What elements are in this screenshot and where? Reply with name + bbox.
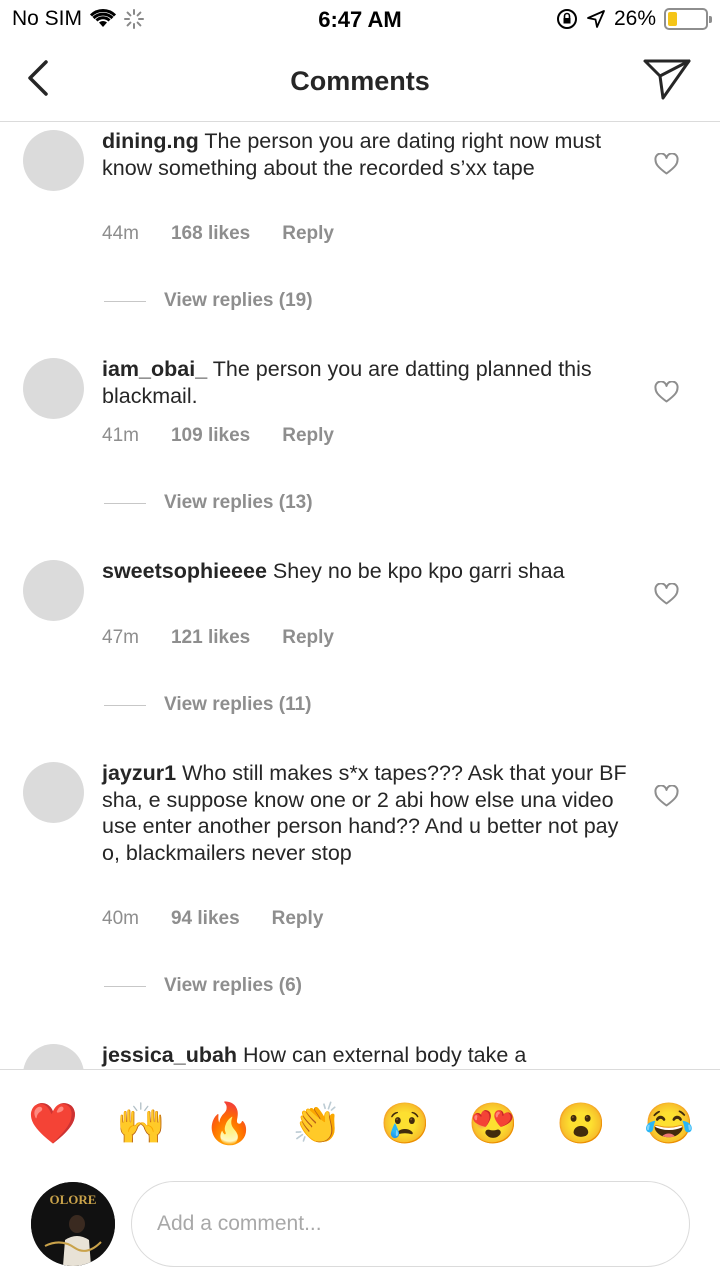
laughing-emoji-button[interactable]: 😂 [644, 1100, 694, 1148]
comment-username[interactable]: sweetsophieeee [102, 559, 267, 583]
profile-avatar[interactable]: OLORE [31, 1182, 115, 1266]
comment-content: Who still makes s*x tapes??? Ask that yo… [102, 761, 627, 865]
paper-plane-icon[interactable] [642, 56, 692, 102]
likes-count[interactable]: 168 likes [171, 223, 250, 245]
comment-time: 41m [102, 425, 139, 446]
battery-tip [709, 16, 712, 23]
nav-bar: Comments [0, 40, 720, 122]
view-replies-label: View replies (11) [164, 694, 312, 715]
battery-icon [664, 8, 712, 30]
crying-emoji-button[interactable]: 😢 [380, 1100, 430, 1148]
likes-count[interactable]: 94 likes [171, 908, 240, 930]
comment-text: sweetsophieeee Shey no be kpo kpo garri … [102, 558, 632, 585]
comment-text: jessica_ubah How can external body take … [102, 1042, 632, 1069]
replies-divider [104, 502, 146, 504]
comments-list[interactable]: dining.ng The person you are dating righ… [0, 122, 720, 1069]
comment-text: jayzur1 Who still makes s*x tapes??? Ask… [102, 760, 632, 866]
heart-emoji-button[interactable]: ❤️ [28, 1100, 78, 1148]
emoji-bar: ❤️ 🙌 🔥 👏 😢 😍 😮 😂 [0, 1069, 720, 1179]
view-replies-label: View replies (13) [164, 492, 313, 513]
likes-count[interactable]: 109 likes [171, 425, 250, 447]
status-bar: No SIM 6:47 AM 26% [0, 0, 720, 40]
comment-username[interactable]: jessica_ubah [102, 1043, 237, 1067]
view-replies-label: View replies (6) [164, 975, 302, 996]
battery-percent: 26% [613, 7, 656, 30]
comment-time: 44m [102, 223, 139, 244]
fire-emoji-button[interactable]: 🔥 [204, 1100, 254, 1148]
reply-button[interactable]: Reply [272, 908, 324, 930]
reply-button[interactable]: Reply [282, 627, 334, 649]
avatar-logo-text: OLORE [50, 1192, 97, 1207]
heart-icon[interactable] [654, 583, 679, 605]
comment-time: 40m [102, 908, 139, 929]
comment-time: 47m [102, 627, 139, 648]
replies-divider [104, 704, 146, 706]
status-right: 26% [556, 7, 712, 31]
surprised-emoji-button[interactable]: 😮 [556, 1100, 606, 1148]
comment-meta: 47m 121 likes Reply [102, 627, 366, 649]
reply-button[interactable]: Reply [282, 425, 334, 447]
profile-avatar-image: OLORE [31, 1182, 115, 1266]
comment-text: iam_obai_ The person you are datting pla… [102, 356, 632, 409]
replies-divider [104, 985, 146, 987]
comment-username[interactable]: dining.ng [102, 129, 199, 153]
heart-icon[interactable] [654, 153, 679, 175]
comment-text: dining.ng The person you are dating righ… [102, 128, 632, 181]
view-replies-button[interactable]: View replies (11) [104, 694, 312, 716]
clapping-emoji-button[interactable]: 👏 [292, 1100, 342, 1148]
heart-icon[interactable] [654, 381, 679, 403]
comment-username[interactable]: iam_obai_ [102, 357, 207, 381]
view-replies-button[interactable]: View replies (6) [104, 975, 302, 997]
raised-hands-emoji-button[interactable]: 🙌 [116, 1100, 166, 1148]
heart-eyes-emoji-button[interactable]: 😍 [468, 1100, 518, 1148]
view-replies-button[interactable]: View replies (13) [104, 492, 313, 514]
avatar[interactable] [23, 358, 84, 419]
comment-meta: 44m 168 likes Reply [102, 223, 366, 245]
likes-count[interactable]: 121 likes [171, 627, 250, 649]
add-comment-input[interactable] [131, 1181, 690, 1267]
view-replies-button[interactable]: View replies (19) [104, 290, 313, 312]
heart-icon[interactable] [654, 785, 679, 807]
page-title: Comments [290, 66, 430, 96]
battery-level [668, 12, 678, 26]
comment-composer: OLORE [0, 1179, 720, 1280]
comment-content: Shey no be kpo kpo garri shaa [272, 559, 565, 583]
view-replies-label: View replies (19) [164, 290, 313, 311]
avatar[interactable] [23, 560, 84, 621]
comment-username[interactable]: jayzur1 [102, 761, 176, 785]
comment-meta: 41m 109 likes Reply [102, 425, 366, 447]
comment-meta: 40m 94 likes Reply [102, 908, 355, 930]
avatar[interactable] [23, 762, 84, 823]
reply-button[interactable]: Reply [282, 223, 334, 245]
orientation-lock-icon [556, 9, 577, 29]
location-arrow-icon [587, 10, 605, 28]
comment-content: How can external body take a [243, 1043, 527, 1067]
avatar[interactable] [23, 1044, 84, 1069]
replies-divider [104, 300, 146, 302]
avatar[interactable] [23, 130, 84, 191]
